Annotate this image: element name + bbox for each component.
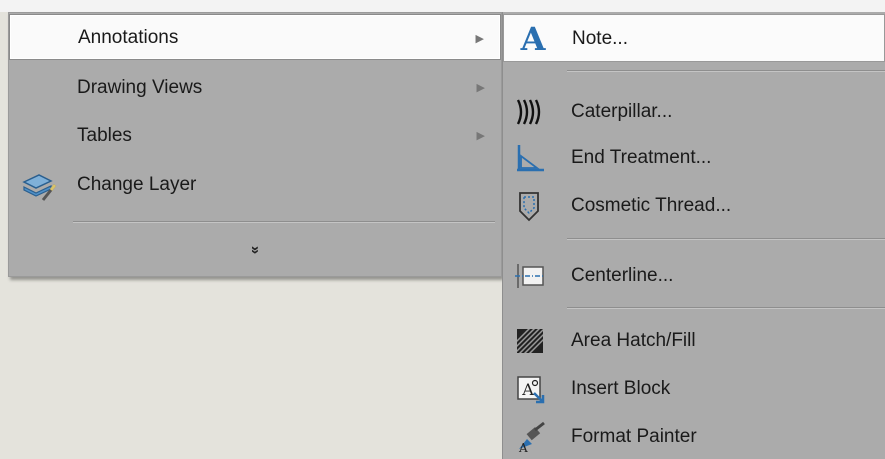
expand-glyph: » [247, 245, 264, 255]
menu-item-change-layer[interactable]: Change Layer [9, 162, 501, 208]
submenu-arrow-icon: ▶ [475, 33, 484, 45]
expand-menu-icon[interactable]: » [9, 242, 501, 258]
submenu-item-label: Area Hatch/Fill [571, 330, 696, 351]
menu-item-label: Annotations [78, 27, 179, 48]
submenu-separator [567, 70, 885, 72]
area-hatch-icon [513, 325, 547, 357]
submenu-item-cosmetic-thread[interactable]: Cosmetic Thread... [503, 184, 885, 228]
submenu-item-insert-block[interactable]: A Insert Block [503, 367, 885, 411]
cosmetic-thread-icon [513, 190, 547, 222]
menu-item-label: Change Layer [77, 174, 197, 195]
context-menu: Annotations ▶ Drawing Views ▶ Tables ▶ C… [8, 12, 502, 277]
submenu-item-format-painter[interactable]: A Format Painter [503, 415, 885, 459]
submenu-separator [567, 238, 885, 240]
submenu-item-label: Cosmetic Thread... [571, 195, 732, 216]
caterpillar-icon [513, 96, 547, 128]
change-layer-icon [21, 170, 57, 201]
end-treatment-icon [513, 142, 547, 174]
note-icon: A [516, 22, 550, 56]
menu-item-drawing-views[interactable]: Drawing Views ▶ [9, 66, 501, 112]
format-painter-icon: A [513, 421, 547, 453]
svg-text:A: A [520, 22, 547, 56]
submenu-item-label: Note... [572, 28, 628, 49]
submenu-item-area-hatch[interactable]: Area Hatch/Fill [503, 319, 885, 363]
submenu-item-centerline[interactable]: Centerline... [503, 254, 885, 298]
submenu-item-caterpillar[interactable]: Caterpillar... [503, 90, 885, 134]
centerline-icon [513, 260, 547, 292]
submenu-item-label: Insert Block [571, 378, 671, 399]
menu-item-annotations[interactable]: Annotations ▶ [9, 14, 501, 60]
submenu-item-note[interactable]: A Note... [503, 14, 885, 62]
submenu-item-label: Format Painter [571, 426, 697, 447]
submenu-item-label: Centerline... [571, 265, 674, 286]
submenu-item-label: End Treatment... [571, 147, 712, 168]
menu-separator [73, 221, 495, 223]
submenu-arrow-icon: ▶ [476, 130, 485, 142]
svg-text:A: A [518, 441, 528, 453]
annotations-submenu: A Note... Caterpillar... End Treatment..… [502, 12, 885, 459]
top-strip [0, 0, 885, 12]
submenu-item-end-treatment[interactable]: End Treatment... [503, 136, 885, 180]
menu-item-tables[interactable]: Tables ▶ [9, 114, 501, 160]
menu-item-label: Drawing Views [77, 77, 203, 98]
submenu-item-label: Caterpillar... [571, 101, 673, 122]
insert-block-icon: A [513, 373, 547, 405]
submenu-separator [567, 307, 885, 309]
menu-item-label: Tables [77, 125, 132, 146]
submenu-arrow-icon: ▶ [476, 82, 485, 94]
